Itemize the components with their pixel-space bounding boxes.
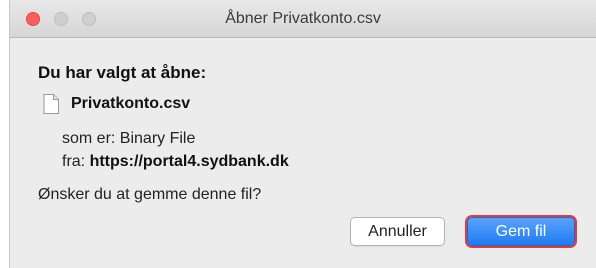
document-icon — [43, 94, 59, 114]
save-question: Ønsker du at gemme denne fil? — [38, 186, 262, 203]
file-type-label: som er: — [62, 130, 116, 147]
save-dialog-window: Åbner Privatkonto.csv Du har valgt at åb… — [10, 0, 596, 268]
file-type-value: Binary File — [119, 130, 196, 147]
background-window-edge — [0, 0, 10, 268]
save-file-button[interactable]: Gem fil — [467, 217, 575, 246]
file-type-line: som er: Binary File — [62, 130, 195, 148]
title-bar[interactable]: Åbner Privatkonto.csv — [10, 0, 596, 38]
file-name: Privatkonto.csv — [71, 95, 191, 112]
window-title: Åbner Privatkonto.csv — [225, 10, 381, 27]
dialog-heading: Du har valgt at åbne: — [38, 63, 207, 82]
file-source-label: fra: — [62, 153, 86, 170]
file-source-url: https://portal4.sydbank.dk — [89, 153, 289, 170]
file-source-line: fra: https://portal4.sydbank.dk — [62, 153, 289, 171]
cancel-button[interactable]: Annuller — [350, 217, 445, 246]
